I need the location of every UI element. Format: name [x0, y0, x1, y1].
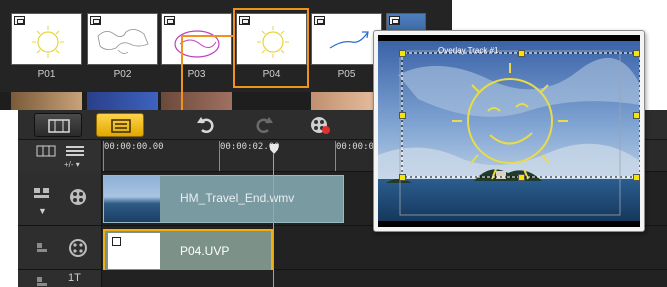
- overlay-clip[interactable]: P04.UVP: [103, 229, 273, 273]
- title-track: 1T: [18, 270, 667, 287]
- overlay-badge-icon: [112, 237, 121, 246]
- filmstrip-icon: [48, 119, 70, 133]
- track-visibility-icon[interactable]: [32, 238, 52, 258]
- timeline-view-icon: [111, 119, 131, 133]
- resize-handle[interactable]: [633, 50, 640, 57]
- redo-icon[interactable]: [254, 115, 274, 135]
- overlay-clip-label: P04.UVP: [180, 244, 230, 258]
- track-toggle-icon[interactable]: [32, 184, 52, 204]
- ruler-tick: [219, 141, 220, 171]
- ruler-tick: [103, 141, 104, 171]
- playhead-handle[interactable]: [270, 144, 278, 154]
- record-capture-icon[interactable]: [310, 115, 330, 135]
- video-track-header: ▼: [18, 172, 102, 225]
- ruler-gutter: +/- ▾: [18, 140, 102, 172]
- video-clip-label: HM_Travel_End.wmv: [180, 191, 295, 205]
- resize-handle[interactable]: [399, 174, 406, 181]
- collapse-arrow-icon[interactable]: ▼: [38, 206, 47, 216]
- playhead-line: [273, 154, 274, 287]
- overlay-reel-icon: [69, 239, 87, 257]
- storyboard-view-button[interactable]: [34, 113, 82, 137]
- resize-handle[interactable]: [633, 174, 640, 181]
- overlay-clip-thumbnail: [108, 233, 160, 269]
- preview-screen[interactable]: Overlay Track #1: [378, 35, 640, 227]
- resize-handle[interactable]: [518, 174, 525, 181]
- resize-handle[interactable]: [518, 50, 525, 57]
- undo-icon[interactable]: [196, 115, 216, 135]
- zoom-control-icon[interactable]: +/- ▾: [64, 160, 80, 169]
- track-manager-icon[interactable]: [64, 144, 86, 158]
- film-reel-icon: [70, 189, 86, 205]
- track-visibility-icon[interactable]: [32, 272, 52, 287]
- overlay-preview-window: Overlay Track #1: [373, 30, 645, 232]
- fit-project-icon[interactable]: [36, 144, 56, 158]
- video-clip-thumbnail: [104, 176, 160, 222]
- ruler-time-0: 00:00:00.00: [104, 142, 164, 152]
- timeline-view-button[interactable]: [96, 113, 144, 137]
- ruler-tick: [335, 141, 336, 171]
- title-track-label: 1T: [68, 272, 81, 284]
- preview-scene: [378, 41, 640, 221]
- video-clip[interactable]: HM_Travel_End.wmv: [103, 175, 344, 223]
- preview-track-caption: Overlay Track #1: [438, 46, 499, 55]
- overlay-track: P04.UVP: [18, 226, 667, 273]
- resize-handle[interactable]: [633, 112, 640, 119]
- title-track-header: 1T: [18, 270, 102, 287]
- resize-handle[interactable]: [399, 50, 406, 57]
- overlay-track-header: [18, 226, 102, 269]
- resize-handle[interactable]: [399, 112, 406, 119]
